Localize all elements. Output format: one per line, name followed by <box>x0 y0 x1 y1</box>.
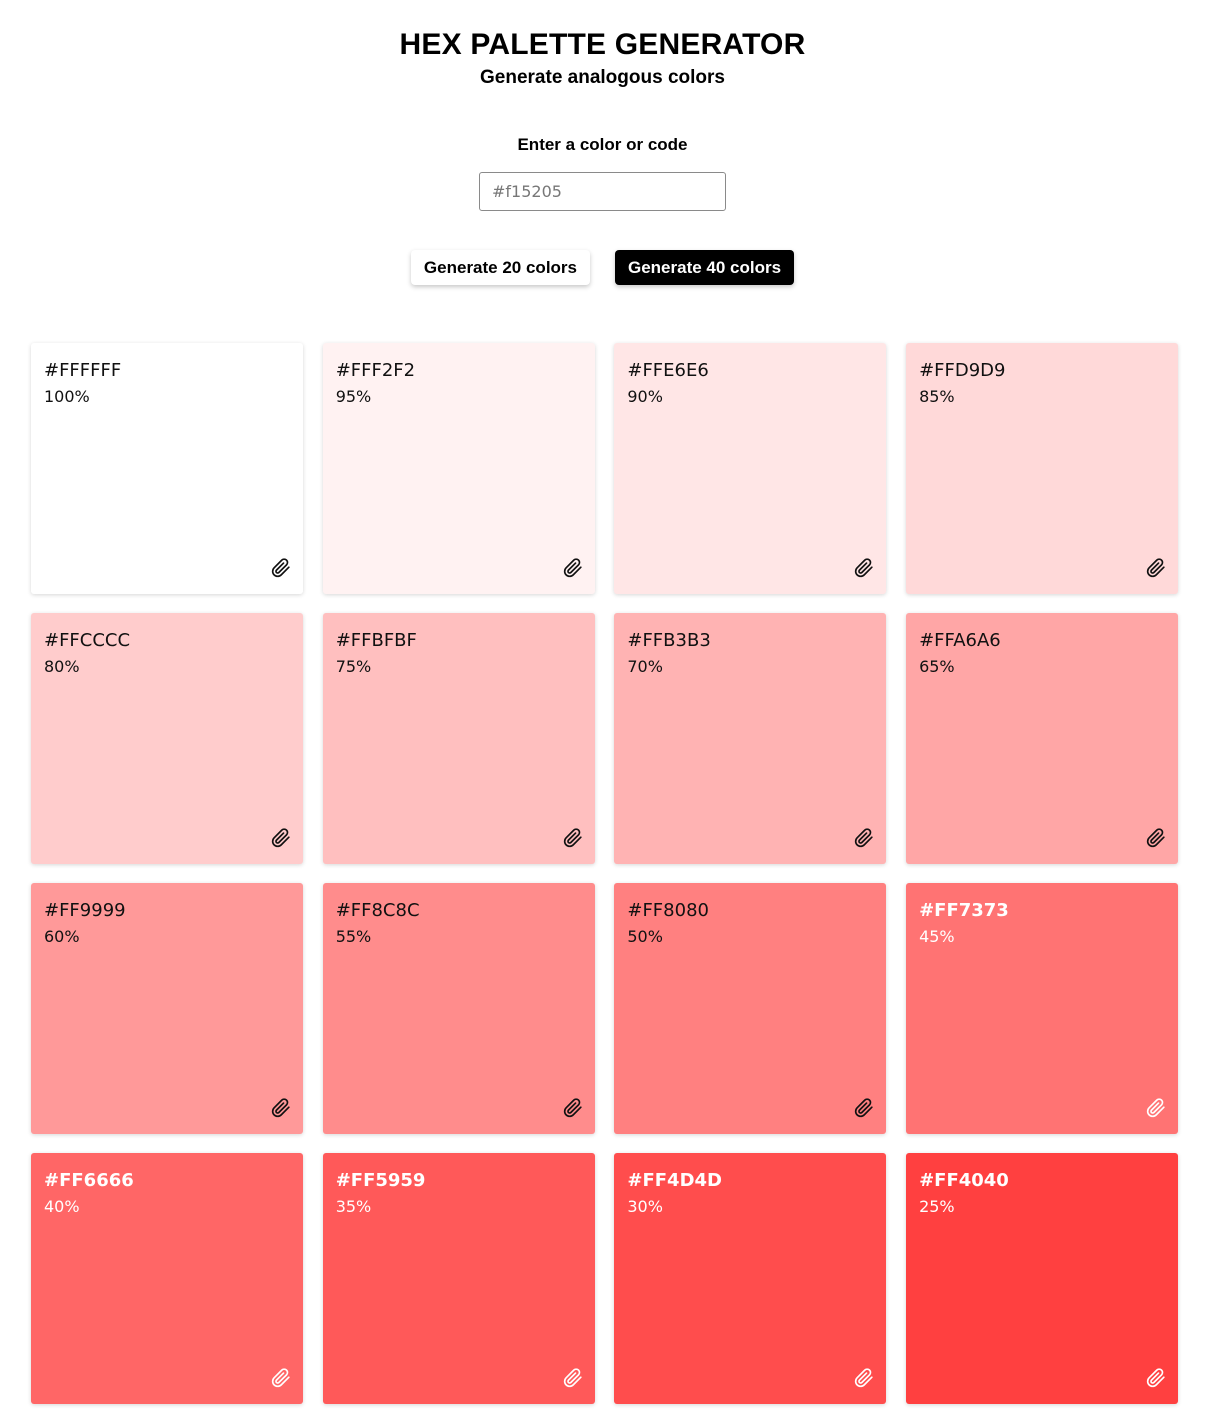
swatch-hex-code: #FFCCCC <box>44 630 131 651</box>
page-subtitle: Generate analogous colors <box>480 67 725 88</box>
swatch-percent: 25% <box>919 1197 955 1216</box>
paperclip-icon[interactable] <box>271 558 291 578</box>
swatch-percent: 50% <box>627 927 663 946</box>
swatch-percent: 30% <box>627 1197 663 1216</box>
swatch-percent: 60% <box>44 927 80 946</box>
generate-20-button[interactable]: Generate 20 colors <box>410 250 590 285</box>
paperclip-icon[interactable] <box>1146 1098 1166 1118</box>
swatch-hex-code: #FFB3B3 <box>627 630 711 651</box>
paperclip-icon[interactable] <box>1146 1368 1166 1388</box>
paperclip-icon[interactable] <box>854 1368 874 1388</box>
color-swatch[interactable]: #FFD9D9 85% <box>906 343 1179 594</box>
paperclip-icon[interactable] <box>854 1098 874 1118</box>
color-swatch[interactable]: #FFFFFF 100% <box>31 343 303 594</box>
color-swatch[interactable]: #FF8C8C 55% <box>322 883 595 1134</box>
color-input-label: Enter a color or code <box>517 135 688 154</box>
paperclip-icon[interactable] <box>563 558 583 578</box>
paperclip-icon[interactable] <box>271 1098 291 1118</box>
paperclip-icon[interactable] <box>563 1098 583 1118</box>
swatch-hex-code: #FF8C8C <box>335 900 420 921</box>
generate-buttons: Generate 20 colors Generate 40 colors <box>0 250 1205 285</box>
swatch-hex-code: #FFD9D9 <box>919 360 1006 381</box>
swatch-hex-code: #FF5959 <box>335 1170 426 1191</box>
color-swatch[interactable]: #FFF2F2 95% <box>322 343 595 594</box>
swatch-percent: 85% <box>919 387 955 406</box>
swatch-hex-code: #FFFFFF <box>44 360 122 381</box>
paperclip-icon[interactable] <box>854 558 874 578</box>
color-swatch[interactable]: #FFA6A6 65% <box>906 613 1179 864</box>
color-swatch[interactable]: #FF4040 25% <box>906 1153 1179 1404</box>
color-swatch[interactable]: #FF7373 45% <box>906 883 1179 1134</box>
swatch-percent: 45% <box>919 927 955 946</box>
color-input[interactable] <box>479 172 726 211</box>
color-swatch[interactable]: #FFBFBF 75% <box>322 613 595 864</box>
paperclip-icon[interactable] <box>563 828 583 848</box>
swatch-percent: 40% <box>44 1197 80 1216</box>
swatch-percent: 35% <box>335 1197 372 1216</box>
swatch-hex-code: #FFF2F2 <box>335 360 416 381</box>
swatch-hex-code: #FF8080 <box>627 900 709 921</box>
swatch-percent: 80% <box>44 657 80 676</box>
generate-40-button[interactable]: Generate 40 colors <box>615 250 795 285</box>
swatch-percent: 75% <box>335 657 372 676</box>
swatch-percent: 70% <box>627 657 663 676</box>
paperclip-icon[interactable] <box>271 828 291 848</box>
swatch-hex-code: #FF6666 <box>44 1170 134 1191</box>
swatch-hex-code: #FF7373 <box>919 900 1009 921</box>
swatch-percent: 55% <box>335 927 372 946</box>
color-swatch[interactable]: #FF8080 50% <box>614 883 887 1134</box>
palette-grid: #FFFFFF 100% #FFF2F2 95% #FFE6E6 90% #FFD9D9 85… <box>31 343 1179 1404</box>
swatch-hex-code: #FF4D4D <box>627 1170 722 1191</box>
color-swatch[interactable]: #FFB3B3 70% <box>614 613 887 864</box>
color-swatch[interactable]: #FFE6E6 90% <box>614 343 887 594</box>
color-swatch[interactable]: #FF5959 35% <box>322 1153 595 1404</box>
swatch-hex-code: #FFBFBF <box>335 630 417 651</box>
color-swatch[interactable]: #FFCCCC 80% <box>31 613 303 864</box>
paperclip-icon[interactable] <box>1146 558 1166 578</box>
swatch-percent: 100% <box>44 387 90 406</box>
swatch-hex-code: #FFE6E6 <box>627 360 709 381</box>
swatch-percent: 65% <box>919 657 955 676</box>
color-swatch[interactable]: #FF9999 60% <box>31 883 303 1134</box>
page-title: HEX PALETTE GENERATOR <box>399 28 806 61</box>
swatch-hex-code: #FF9999 <box>44 900 126 921</box>
swatch-percent: 90% <box>627 387 663 406</box>
swatch-hex-code: #FF4040 <box>919 1170 1009 1191</box>
color-swatch[interactable]: #FF4D4D 30% <box>614 1153 887 1404</box>
paperclip-icon[interactable] <box>854 828 874 848</box>
page-header: HEX PALETTE GENERATOR Generate analogous… <box>0 0 1205 285</box>
swatch-percent: 95% <box>335 387 372 406</box>
swatch-hex-code: #FFA6A6 <box>919 630 1001 651</box>
paperclip-icon[interactable] <box>563 1368 583 1388</box>
paperclip-icon[interactable] <box>1146 828 1166 848</box>
paperclip-icon[interactable] <box>271 1368 291 1388</box>
color-swatch[interactable]: #FF6666 40% <box>31 1153 303 1404</box>
